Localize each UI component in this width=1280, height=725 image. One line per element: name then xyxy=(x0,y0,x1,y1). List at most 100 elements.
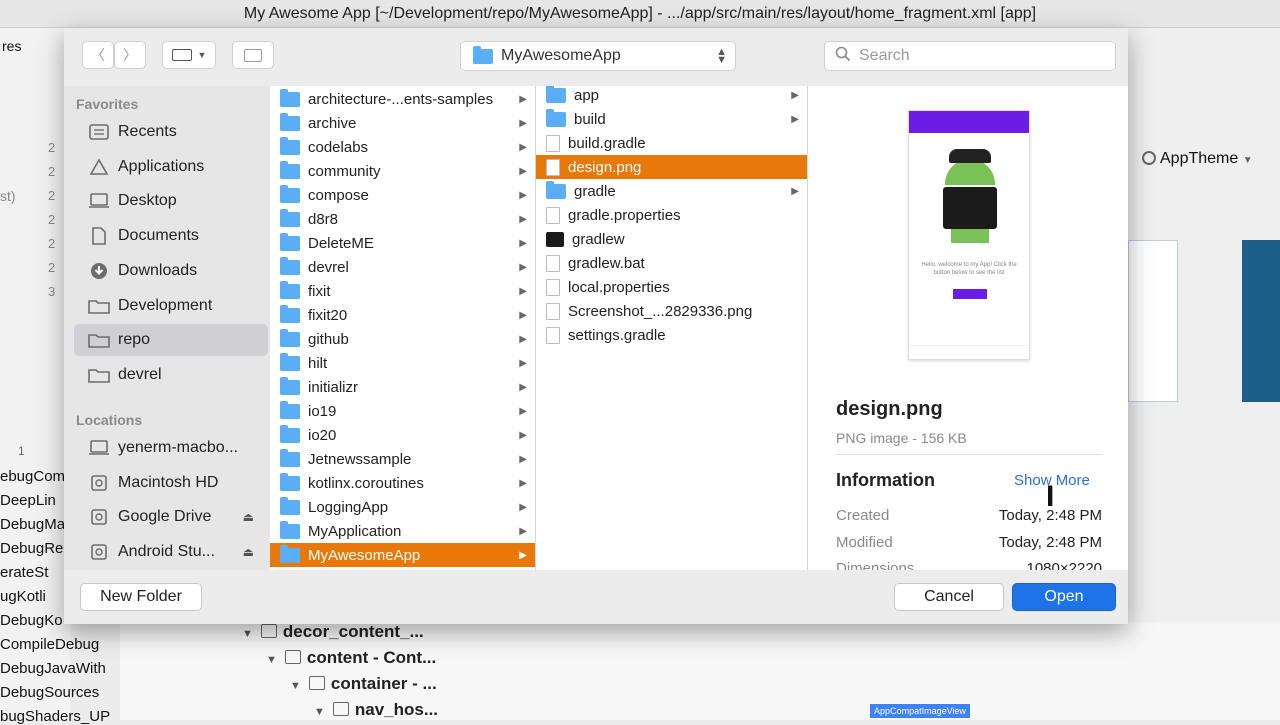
preview-filename: design.png xyxy=(836,398,943,420)
layout-preview xyxy=(1128,240,1178,402)
list-item-label: MyApplication xyxy=(308,522,402,540)
list-item[interactable]: kotlinx.coroutines ▶ xyxy=(270,471,535,495)
list-item[interactable]: MyAwesomeApp ▶ xyxy=(270,543,535,567)
new-folder-button[interactable]: New Folder xyxy=(80,583,202,611)
search-input[interactable] xyxy=(859,47,1099,65)
triangle-right-icon: ▶ xyxy=(791,185,799,197)
forward-button[interactable]: 〉 xyxy=(114,41,146,69)
list-item[interactable]: LoggingApp ▶ xyxy=(270,495,535,519)
folder-icon xyxy=(280,400,300,419)
chevron-down-icon: ▼ xyxy=(1242,155,1253,166)
list-item-label: app xyxy=(574,86,600,104)
tree-row-label: content - Cont... xyxy=(306,648,437,667)
list-item[interactable]: gradle.properties xyxy=(536,203,807,227)
sidebar-item-desktop[interactable]: Desktop xyxy=(74,185,268,217)
triangle-right-icon: ▶ xyxy=(519,285,527,297)
list-item[interactable]: codelabs ▶ xyxy=(270,135,535,159)
list-item[interactable]: archive ▶ xyxy=(270,111,535,135)
list-item[interactable]: gradle ▶ xyxy=(536,179,807,203)
ide-task-line: DebugKo xyxy=(0,612,63,629)
laptop-icon xyxy=(88,439,110,457)
new-folder-toolbar-button[interactable] xyxy=(232,41,274,69)
sidebar-item-downloads[interactable]: Downloads xyxy=(74,255,268,287)
list-item[interactable]: fixit20 ▶ xyxy=(270,303,535,327)
sidebar-location-yenerm-macbo[interactable]: yenerm-macbo... xyxy=(74,432,268,464)
preview-divider xyxy=(836,454,1102,455)
open-file-dialog: 〈 〉 ▼ MyAwesomeApp ▲▼ Favorites Recents A… xyxy=(64,28,1128,624)
eject-icon[interactable]: ⏏ xyxy=(243,545,254,559)
theme-selector[interactable]: AppTheme ▼ xyxy=(1142,150,1253,168)
search-field[interactable] xyxy=(824,41,1116,71)
list-item[interactable]: Screenshot_...2829336.png xyxy=(536,299,807,323)
list-item[interactable]: io20 ▶ xyxy=(270,423,535,447)
tree-row[interactable]: ▼ nav_hos... xyxy=(314,700,438,720)
eject-icon[interactable]: ⏏ xyxy=(243,510,254,524)
list-item[interactable]: Jetnewssample ▶ xyxy=(270,447,535,471)
list-item[interactable]: d8r8 ▶ xyxy=(270,207,535,231)
folder-icon xyxy=(280,496,300,515)
list-item-label: compose xyxy=(308,186,369,204)
theme-label: AppTheme xyxy=(1160,150,1239,167)
triangle-right-icon: ▶ xyxy=(519,117,527,129)
folder-icon xyxy=(280,136,300,155)
sidebar-item-repo[interactable]: repo xyxy=(74,324,268,357)
list-item[interactable]: MyApplication ▶ xyxy=(270,519,535,543)
path-popup[interactable]: MyAwesomeApp ▲ ▼ xyxy=(460,41,736,71)
list-item[interactable]: build.gradle xyxy=(536,131,807,155)
cancel-button[interactable]: Cancel xyxy=(894,583,1004,611)
list-item-label: build xyxy=(574,110,606,128)
list-item[interactable]: gradlew xyxy=(536,227,807,251)
image-thumbnail: Hello, welcome to my App! Click the butt… xyxy=(908,110,1030,360)
ide-tail-text: st) xyxy=(0,188,16,204)
folder-icon xyxy=(280,256,300,275)
sidebar-item-documents[interactable]: Documents xyxy=(74,220,268,252)
folder-icon xyxy=(280,88,300,107)
image-file-icon xyxy=(546,158,560,176)
triangle-right-icon: ▶ xyxy=(519,525,527,537)
list-item[interactable]: community ▶ xyxy=(270,159,535,183)
list-item[interactable]: DeleteME ▶ xyxy=(270,231,535,255)
sidebar-item-development[interactable]: Development xyxy=(74,290,268,322)
thumbnail-app-bar xyxy=(909,111,1029,133)
sidebar-item-label: Desktop xyxy=(118,192,177,210)
list-item[interactable]: design.png xyxy=(536,155,807,179)
folder-icon xyxy=(280,184,300,203)
tree-row[interactable]: ▼ content - Cont... xyxy=(266,648,436,668)
tree-row[interactable]: ▼ decor_content_... xyxy=(242,622,424,642)
sidebar-location-android-stu[interactable]: Android Stu... ⏏ xyxy=(74,536,268,568)
list-item[interactable]: gradlew.bat xyxy=(536,251,807,275)
triangle-right-icon: ▶ xyxy=(519,237,527,249)
sidebar-item-applications[interactable]: Applications xyxy=(74,151,268,183)
sidebar-item-label: Macintosh HD xyxy=(118,473,219,491)
tree-row[interactable]: ▼ container - ... xyxy=(290,674,437,694)
view-mode-button[interactable]: ▼ xyxy=(162,41,216,69)
open-button[interactable]: Open xyxy=(1012,583,1116,611)
list-item[interactable]: settings.gradle xyxy=(536,323,807,347)
information-heading: Information xyxy=(836,470,935,490)
list-item[interactable]: fixit ▶ xyxy=(270,279,535,303)
list-item[interactable]: hilt ▶ xyxy=(270,351,535,375)
list-item[interactable]: io19 ▶ xyxy=(270,399,535,423)
list-item[interactable]: build ▶ xyxy=(536,107,807,131)
sidebar-location-google-drive[interactable]: Google Drive ⏏ xyxy=(74,501,268,533)
triangle-down-icon: ▼ xyxy=(242,628,253,640)
list-item[interactable]: local.properties xyxy=(536,275,807,299)
list-item[interactable]: architecture-...ents-samples ▶ xyxy=(270,87,535,111)
file-icon xyxy=(546,326,560,344)
sidebar-item-devrel[interactable]: devrel xyxy=(74,359,268,391)
dimensions-label: Dimensions xyxy=(836,560,915,570)
back-button[interactable]: 〈 xyxy=(82,41,114,69)
triangle-down-icon: ▼ xyxy=(314,706,325,718)
list-item[interactable]: github ▶ xyxy=(270,327,535,351)
browser-column-myawesomeapp[interactable]: app ▶ build ▶ build.gradle design.png gradle ▶ g… xyxy=(536,86,808,570)
sidebar-item-label: Development xyxy=(118,296,213,314)
sidebar-item-recents[interactable]: Recents xyxy=(74,116,268,148)
triangle-right-icon: ▶ xyxy=(519,141,527,153)
sidebar-location-macintosh-hd[interactable]: Macintosh HD xyxy=(74,467,268,499)
list-item-label: io20 xyxy=(308,426,337,444)
list-item[interactable]: app ▶ xyxy=(536,86,807,107)
list-item[interactable]: initializr ▶ xyxy=(270,375,535,399)
browser-column-repo[interactable]: architecture-...ents-samples ▶ archive ▶ cod… xyxy=(270,86,536,570)
list-item[interactable]: compose ▶ xyxy=(270,183,535,207)
list-item[interactable]: devrel ▶ xyxy=(270,255,535,279)
